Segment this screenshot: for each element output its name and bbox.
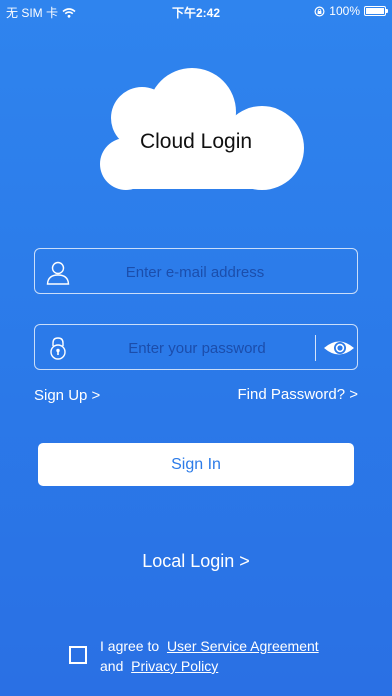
lock-rotation-icon [314,5,325,17]
email-input[interactable] [59,249,331,295]
sign-up-link[interactable]: Sign Up > [34,387,100,404]
eye-icon[interactable] [323,337,355,359]
agreement-and: and [100,658,124,674]
password-input[interactable] [85,325,309,371]
agree-checkbox[interactable] [69,646,87,664]
agreement-prefix: I agree to [100,638,160,654]
email-field[interactable] [34,248,358,295]
user-service-agreement-link[interactable]: User Service Agreement [167,638,319,654]
lock-icon [50,337,66,360]
battery-icon [364,6,388,16]
status-right: 100% [314,4,388,18]
app-title: Cloud Login [139,130,253,153]
privacy-policy-link[interactable]: Privacy Policy [131,658,218,674]
battery-percent: 100% [329,4,360,18]
agreement-line-1: I agree to User Service Agreement [100,638,319,654]
local-login-link[interactable]: Local Login > [0,551,392,572]
status-bar: 无 SIM 卡 下午2:42 100% [0,0,392,22]
find-password-link[interactable]: Find Password? > [238,386,358,403]
password-field[interactable] [34,324,358,371]
cloud-icon [100,68,304,190]
password-divider [315,335,316,361]
sign-in-button[interactable]: Sign In [38,443,354,486]
agreement-line-2: and Privacy Policy [100,658,218,674]
